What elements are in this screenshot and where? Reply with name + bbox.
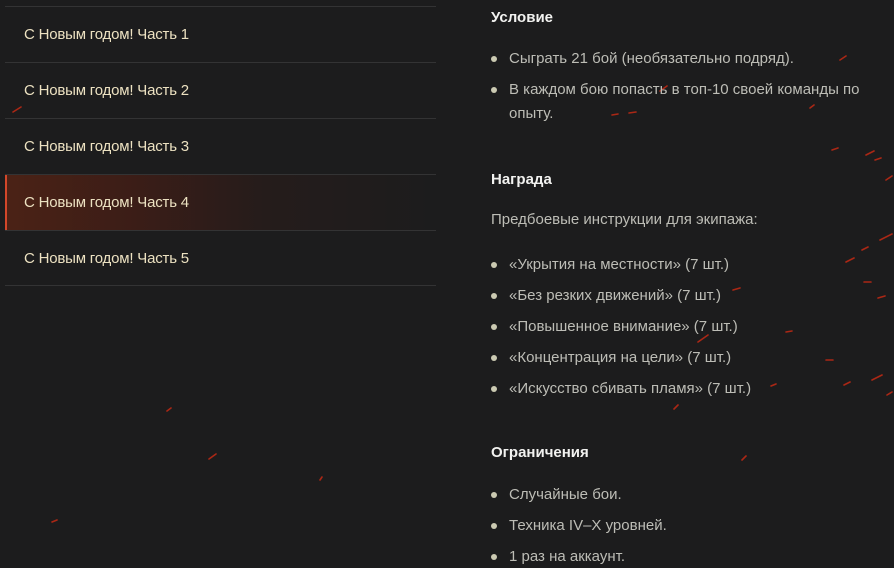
list-item: «Повышенное внимание» (7 шт.) — [491, 315, 894, 339]
page: С Новым годом! Часть 1 С Новым годом! Ча… — [0, 0, 894, 568]
sidebar-item-part-2[interactable]: С Новым годом! Часть 2 — [5, 62, 436, 118]
list-item: Сыграть 21 бой (необязательно подряд). — [491, 47, 894, 71]
sidebar-item-label: С Новым годом! Часть 2 — [24, 82, 189, 99]
sidebar-item-part-4[interactable]: С Новым годом! Часть 4 — [5, 174, 436, 230]
list-item: В каждом бою попасть в топ-10 своей кома… — [491, 78, 894, 126]
reward-title: Награда — [491, 171, 552, 188]
reward-list: «Укрытия на местности» (7 шт.) «Без резк… — [491, 253, 894, 408]
sidebar-item-part-3[interactable]: С Новым годом! Часть 3 — [5, 118, 436, 174]
sidebar-item-label: С Новым годом! Часть 3 — [24, 138, 189, 155]
restrictions-list: Случайные бои. Техника IV–X уровней. 1 р… — [491, 483, 894, 568]
list-item: Техника IV–X уровней. — [491, 514, 894, 538]
restrictions-title: Ограничения — [491, 444, 589, 461]
sidebar-item-label: С Новым годом! Часть 1 — [24, 26, 189, 43]
list-item: «Искусство сбивать пламя» (7 шт.) — [491, 377, 894, 401]
condition-list: Сыграть 21 бой (необязательно подряд). В… — [491, 47, 894, 133]
condition-title: Условие — [491, 9, 554, 26]
list-item: «Без резких движений» (7 шт.) — [491, 284, 894, 308]
sidebar-item-label: С Новым годом! Часть 4 — [24, 194, 189, 211]
list-item: Случайные бои. — [491, 483, 894, 507]
sidebar-nav: С Новым годом! Часть 1 С Новым годом! Ча… — [5, 6, 436, 286]
list-item: «Укрытия на местности» (7 шт.) — [491, 253, 894, 277]
list-item: «Концентрация на цели» (7 шт.) — [491, 346, 894, 370]
list-item: 1 раз на аккаунт. — [491, 545, 894, 568]
sidebar-item-label: С Новым годом! Часть 5 — [24, 249, 189, 267]
reward-intro: Предбоевые инструкции для экипажа: — [491, 211, 758, 228]
sidebar-item-part-5[interactable]: С Новым годом! Часть 5 — [5, 230, 436, 286]
sidebar-item-part-1[interactable]: С Новым годом! Часть 1 — [5, 6, 436, 62]
